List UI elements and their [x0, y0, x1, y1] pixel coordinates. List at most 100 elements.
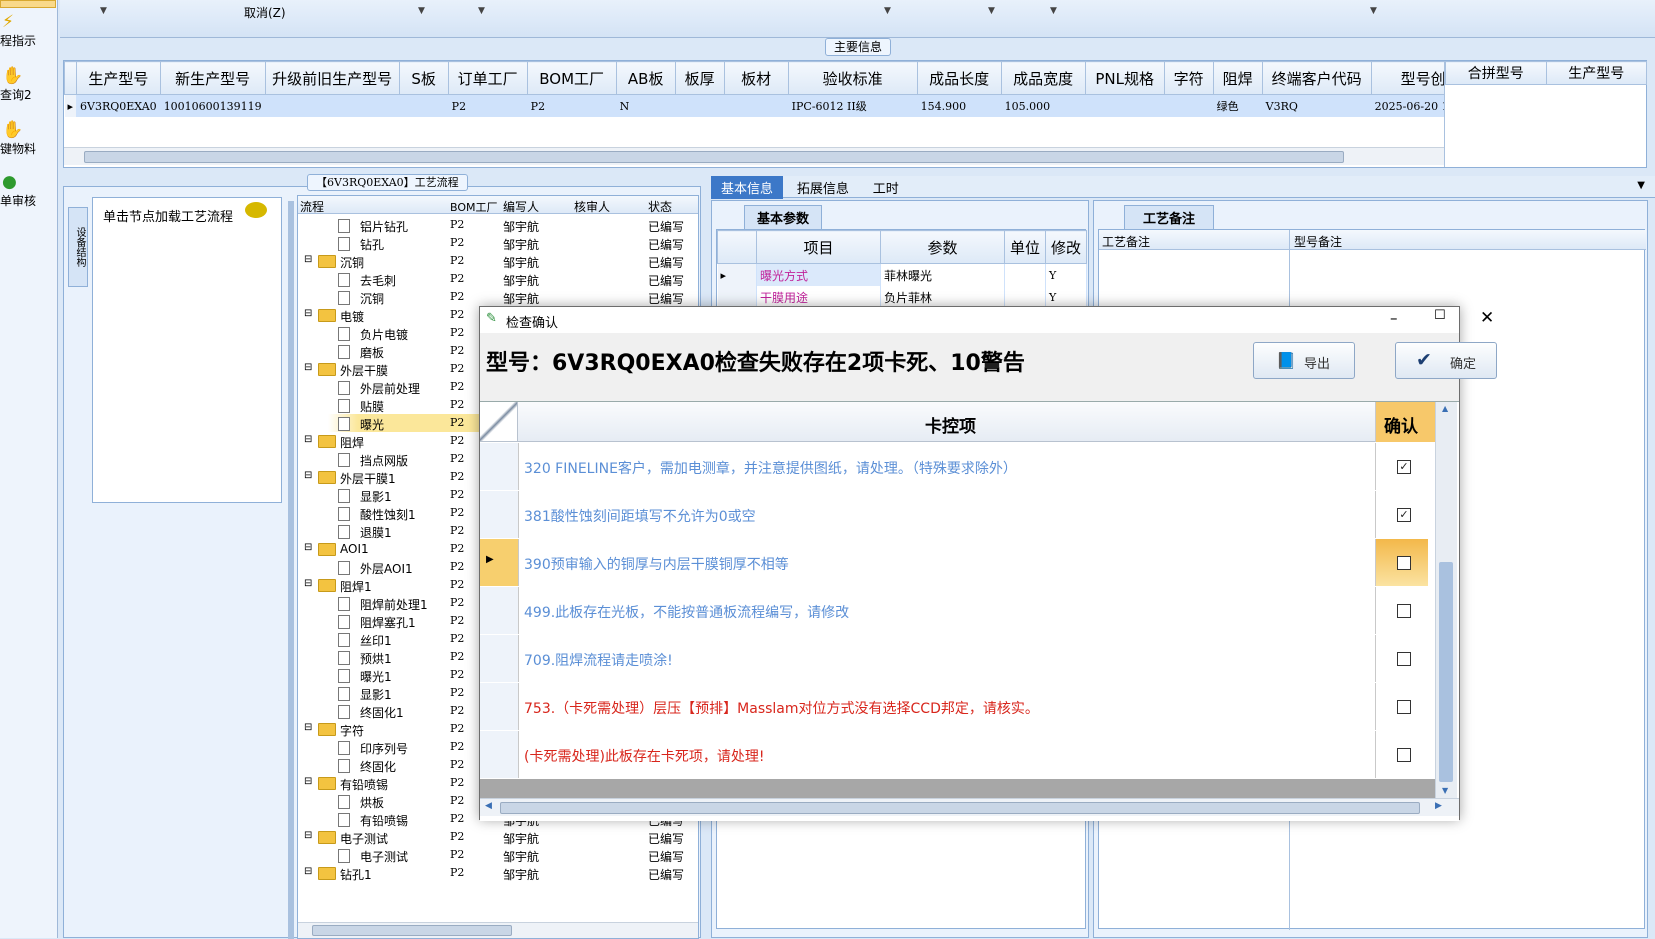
check-row[interactable]: (卡死需处理)此板存在卡死项，请处理! — [480, 731, 1435, 780]
tab-basic-params[interactable]: 基本参数 — [744, 205, 823, 230]
col-header[interactable]: 阻焊 — [1212, 61, 1263, 95]
confirm-checkbox[interactable] — [1397, 748, 1411, 762]
collapse-icon[interactable]: ⊟ — [304, 776, 312, 787]
scroll-up-icon[interactable]: ▲ — [1442, 404, 1448, 413]
cell[interactable] — [399, 94, 449, 117]
tab-extended-info[interactable]: 拓展信息 — [787, 176, 859, 199]
check-row[interactable]: 499.此板存在光板，不能按普通板流程编写，请修改 — [480, 587, 1435, 636]
check-row[interactable]: 753.（卡死需处理）层压【预排】Masslam对位方式没有选择CCD邦定，请核… — [480, 683, 1435, 732]
nav-item-1[interactable]: ⚡ 程指示 — [0, 12, 58, 49]
confirm-checkbox[interactable]: ✓ — [1397, 508, 1411, 522]
minimize-button[interactable]: – — [1390, 309, 1398, 327]
chevron-down-icon[interactable]: ▼ — [1633, 176, 1649, 195]
main-info-hscroll[interactable] — [64, 147, 1444, 165]
chevron-down-icon[interactable]: ▼ — [1370, 6, 1377, 16]
table-row[interactable]: 干膜用途 负片菲林 Y — [717, 286, 1087, 308]
confirm-checkbox[interactable]: ✓ — [1397, 460, 1411, 474]
tab-basic-info[interactable]: 基本信息 — [711, 176, 784, 199]
confirm-checkbox[interactable] — [1397, 652, 1411, 666]
collapse-icon[interactable]: ⊟ — [304, 542, 312, 553]
col-header[interactable]: 型号备注 — [1294, 233, 1342, 250]
col-header[interactable]: 板厚 — [674, 61, 725, 95]
export-button[interactable]: 📘 导出 — [1253, 342, 1355, 379]
col-header[interactable]: 型号创建时间 — [1370, 61, 1444, 95]
col-header[interactable]: 工艺备注 — [1102, 233, 1150, 250]
table-row[interactable]: ▸ 曝光方式 菲林曝光 Y — [717, 263, 1087, 286]
ok-button[interactable]: ✔ 确定 — [1395, 342, 1497, 379]
tab-work-hours[interactable]: 工时 — [863, 176, 909, 199]
scroll-thumb[interactable] — [500, 802, 1420, 814]
chevron-down-icon[interactable]: ▼ — [1050, 6, 1057, 16]
collapse-icon[interactable]: ⊟ — [304, 722, 312, 733]
row-selector[interactable] — [480, 443, 519, 490]
check-row[interactable]: 709.阻焊流程请走喷涂! — [480, 635, 1435, 684]
cell[interactable]: V3RQ — [1262, 94, 1372, 117]
collapse-icon[interactable]: ⊟ — [304, 470, 312, 481]
confirm-checkbox[interactable] — [1397, 700, 1411, 714]
collapse-icon[interactable]: ⊟ — [304, 362, 312, 373]
cell[interactable]: 绿色 — [1213, 94, 1263, 117]
collapse-icon[interactable]: ⊟ — [304, 830, 312, 841]
check-row[interactable]: 320 FINELINE客户，需加电测章，并注意提供图纸，请处理。（特殊要求除外… — [480, 443, 1435, 492]
chevron-down-icon[interactable]: ▼ — [884, 6, 891, 16]
col-header[interactable]: 字符 — [1163, 61, 1214, 95]
tree-row[interactable]: 电子测试 P2 邹宇航 已编写 — [298, 846, 693, 864]
cancel-button[interactable]: 取消(Z) — [244, 4, 286, 21]
col-header[interactable]: 状态 — [648, 198, 672, 215]
cell[interactable] — [1085, 94, 1165, 117]
tree-row[interactable]: 去毛刺 P2 邹宇航 已编写 — [298, 270, 693, 288]
scroll-left-icon[interactable]: ◀ — [485, 801, 492, 811]
tree-row[interactable]: ⊟ 钻孔1 P2 邹宇航 已编写 — [298, 864, 693, 882]
col-header[interactable]: 单位 — [1004, 230, 1046, 264]
cell[interactable]: P2 — [527, 94, 617, 117]
col-header[interactable]: PNL规格 — [1084, 61, 1165, 95]
confirm-col-header[interactable]: 确认 — [1375, 402, 1435, 442]
chevron-down-icon[interactable]: ▼ — [418, 6, 425, 16]
col-header[interactable]: 板材 — [723, 61, 789, 95]
col-header[interactable]: 订单工厂 — [447, 61, 528, 95]
cell[interactable]: 2025-06-20 16:40:27 — [1371, 94, 1444, 117]
nav-item-4[interactable]: ● 单审核 — [0, 172, 58, 209]
tree-row[interactable]: ⊟ 沉铜 P2 邹宇航 已编写 — [298, 252, 693, 270]
row-selector[interactable] — [480, 587, 519, 634]
chevron-down-icon[interactable]: ▼ — [988, 6, 995, 16]
chevron-down-icon[interactable]: ▼ — [100, 6, 107, 16]
col-header[interactable]: 编写人 — [503, 198, 539, 215]
col-header[interactable]: BOM工厂 — [450, 199, 498, 215]
tree-row[interactable]: 钻孔 P2 邹宇航 已编写 — [298, 234, 693, 252]
col-header[interactable]: AB板 — [615, 61, 676, 95]
scroll-right-icon[interactable]: ▶ — [1435, 801, 1442, 811]
cell[interactable]: P2 — [448, 94, 528, 117]
col-header[interactable]: 修改 — [1045, 230, 1087, 264]
cell[interactable]: IPC-6012 II级 — [788, 94, 918, 117]
tree-row[interactable]: 沉铜 P2 邹宇航 已编写 — [298, 288, 693, 306]
row-selector[interactable] — [480, 731, 519, 778]
row-selector[interactable] — [480, 635, 519, 682]
splitter[interactable] — [288, 201, 294, 939]
cell[interactable] — [724, 94, 789, 117]
close-button[interactable]: ✕ — [1480, 308, 1494, 328]
col-header[interactable]: 成品长度 — [916, 61, 1002, 95]
tab-process-remarks[interactable]: 工艺备注 — [1124, 205, 1215, 230]
col-header[interactable]: BOM工厂 — [526, 61, 617, 95]
tree-hscroll[interactable] — [298, 922, 698, 938]
select-all-corner[interactable] — [480, 402, 518, 441]
collapse-icon[interactable]: ⊟ — [304, 866, 312, 877]
row-selector[interactable]: ▶ — [480, 539, 519, 586]
col-header[interactable]: 新生产型号 — [159, 61, 266, 95]
col-header[interactable]: 卡控项 — [925, 412, 976, 437]
check-row[interactable]: 381酸性蚀刻间距填写不允许为0或空 ✓ — [480, 491, 1435, 540]
cell[interactable] — [1164, 94, 1214, 117]
chevron-down-icon[interactable]: ▼ — [478, 6, 485, 16]
cell[interactable]: N — [616, 94, 676, 117]
collapse-icon[interactable]: ⊟ — [304, 578, 312, 589]
col-header[interactable]: 流程 — [300, 198, 324, 215]
collapse-icon[interactable]: ⊟ — [304, 434, 312, 445]
collapse-icon[interactable]: ⊟ — [304, 308, 312, 319]
col-header[interactable]: 生产型号 — [1545, 61, 1647, 85]
param-value[interactable]: 菲林曝光 — [880, 263, 1005, 286]
param-value[interactable]: 负片菲林 — [880, 286, 1005, 308]
maximize-button[interactable]: ☐ — [1434, 308, 1446, 323]
nav-item-3[interactable]: ✋ 键物料 — [0, 120, 58, 157]
main-info-data-row[interactable]: ▸ 6V3RQ0EXA0 10010600139119 P2 P2 N IPC-6012 I… — [64, 94, 1444, 117]
